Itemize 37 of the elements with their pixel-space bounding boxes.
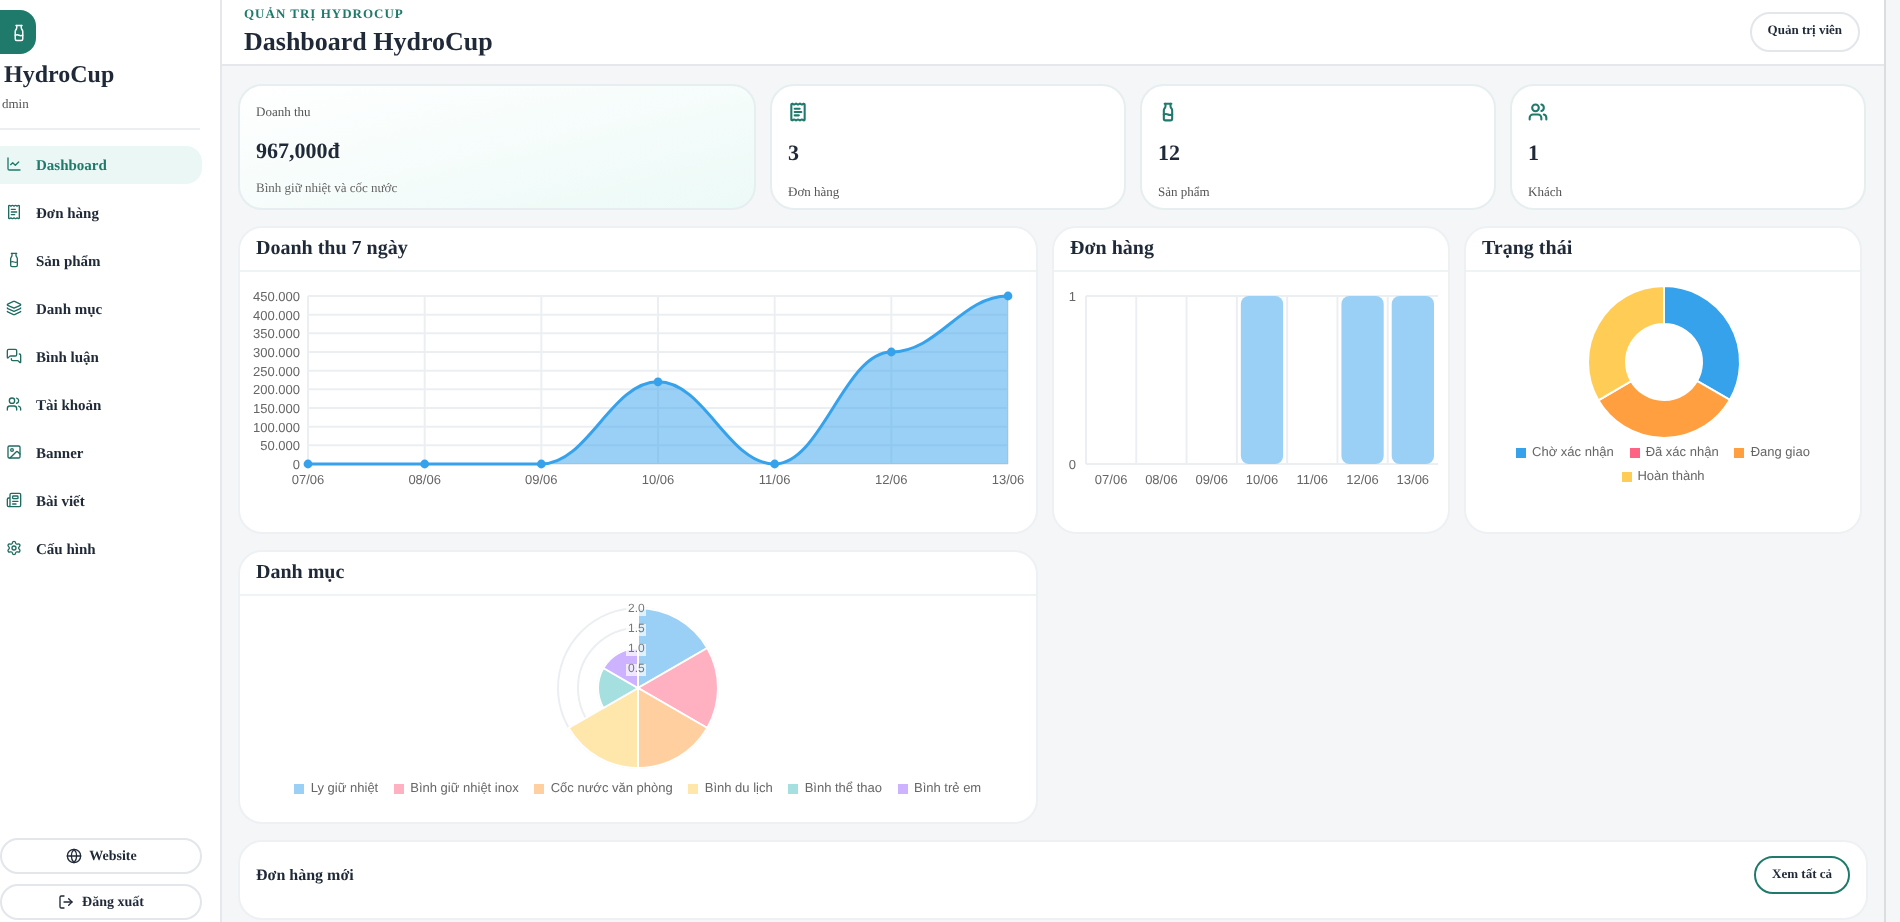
globe-icon	[65, 848, 82, 864]
card-title: Doanh thu 7 ngày	[256, 236, 408, 264]
data-point	[1003, 291, 1013, 301]
data-point	[770, 459, 780, 469]
card-title: Đơn hàng	[1070, 236, 1154, 264]
layers-icon	[6, 300, 22, 317]
page-title: Dashboard HydroCup	[244, 25, 493, 58]
data-point	[886, 347, 896, 357]
legend-swatch	[1629, 448, 1640, 459]
card-title: Trạng thái	[1482, 236, 1573, 264]
users-icon	[1528, 102, 1548, 122]
card-title: Đơn hàng mới	[256, 864, 354, 888]
settings-icon	[6, 540, 22, 557]
bottle-icon	[1158, 102, 1178, 122]
data-point	[303, 459, 313, 469]
receipt-icon	[788, 102, 808, 122]
image-icon	[6, 444, 22, 461]
brand-name: HydroCup	[2, 62, 117, 86]
data-point	[536, 459, 546, 469]
bottle-icon	[6, 252, 22, 269]
stat-value: 967,000đ	[256, 137, 342, 168]
data-point	[420, 459, 430, 469]
legend-swatch	[1734, 448, 1745, 459]
bottle-icon	[9, 23, 27, 41]
stat-value: 3	[788, 140, 799, 170]
receipt-icon	[6, 204, 22, 221]
card-title: Danh mục	[256, 560, 345, 588]
users-icon	[6, 396, 22, 413]
stat-value: 12	[1158, 140, 1180, 170]
data-point	[653, 377, 663, 387]
stat-value: 1	[1528, 140, 1539, 170]
logout-icon	[58, 894, 75, 910]
chat-icon	[6, 348, 22, 365]
chart-line-icon	[6, 156, 22, 173]
legend-swatch	[1516, 448, 1527, 459]
newspaper-icon	[6, 492, 22, 509]
legend-swatch	[1621, 472, 1632, 483]
